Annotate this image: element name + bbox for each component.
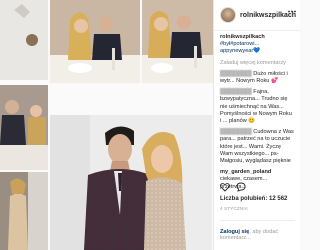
post-date[interactable]: 4 STYCZNIA: [220, 206, 248, 211]
comment-icon[interactable]: [236, 182, 246, 192]
heart-icon[interactable]: [220, 182, 230, 192]
caption-username[interactable]: rolnikwszpilkach: [220, 34, 265, 40]
post-panel: rolnikwszpilkach rolnikwszpilkach #był#p…: [213, 0, 300, 250]
more-options-icon[interactable]: [288, 10, 296, 13]
comment-1: ████████ Dużo miłości i wytr... Nowym Ro…: [220, 71, 294, 85]
comments-list: rolnikwszpilkach #był#potarowi... appyne…: [214, 31, 300, 191]
comment-login-prompt: Zaloguj się, aby dodać komentarz...: [220, 220, 295, 241]
likes-count[interactable]: Liczba polubień: 12 562: [220, 196, 287, 202]
caption-hashtag[interactable]: appynewyear💙: [220, 48, 260, 54]
likes-number: 12 562: [269, 196, 288, 202]
likes-label: Liczba polubień:: [220, 196, 268, 202]
load-more-comments[interactable]: Załaduj więcej komentarzy: [220, 60, 294, 67]
comment-username[interactable]: my_garden_poland: [220, 169, 271, 175]
post-header: rolnikwszpilkach: [214, 0, 300, 31]
avatar[interactable]: [220, 7, 236, 23]
post-actions: [220, 182, 246, 192]
comment-2: ████████ Fajna, bzwypatyczna... Trudno s…: [220, 89, 294, 125]
comment-username[interactable]: ████████: [220, 129, 252, 135]
comment-username[interactable]: ████████: [220, 89, 252, 95]
main-photo[interactable]: [50, 115, 212, 250]
caption: rolnikwszpilkach #był#potarowi... appyne…: [220, 34, 294, 56]
caption-text[interactable]: #był#potarowi...: [220, 41, 259, 47]
comment-username[interactable]: ████████: [220, 71, 252, 77]
comment-3: ████████ Cudowna z Was para... patrzeć n…: [220, 129, 294, 165]
